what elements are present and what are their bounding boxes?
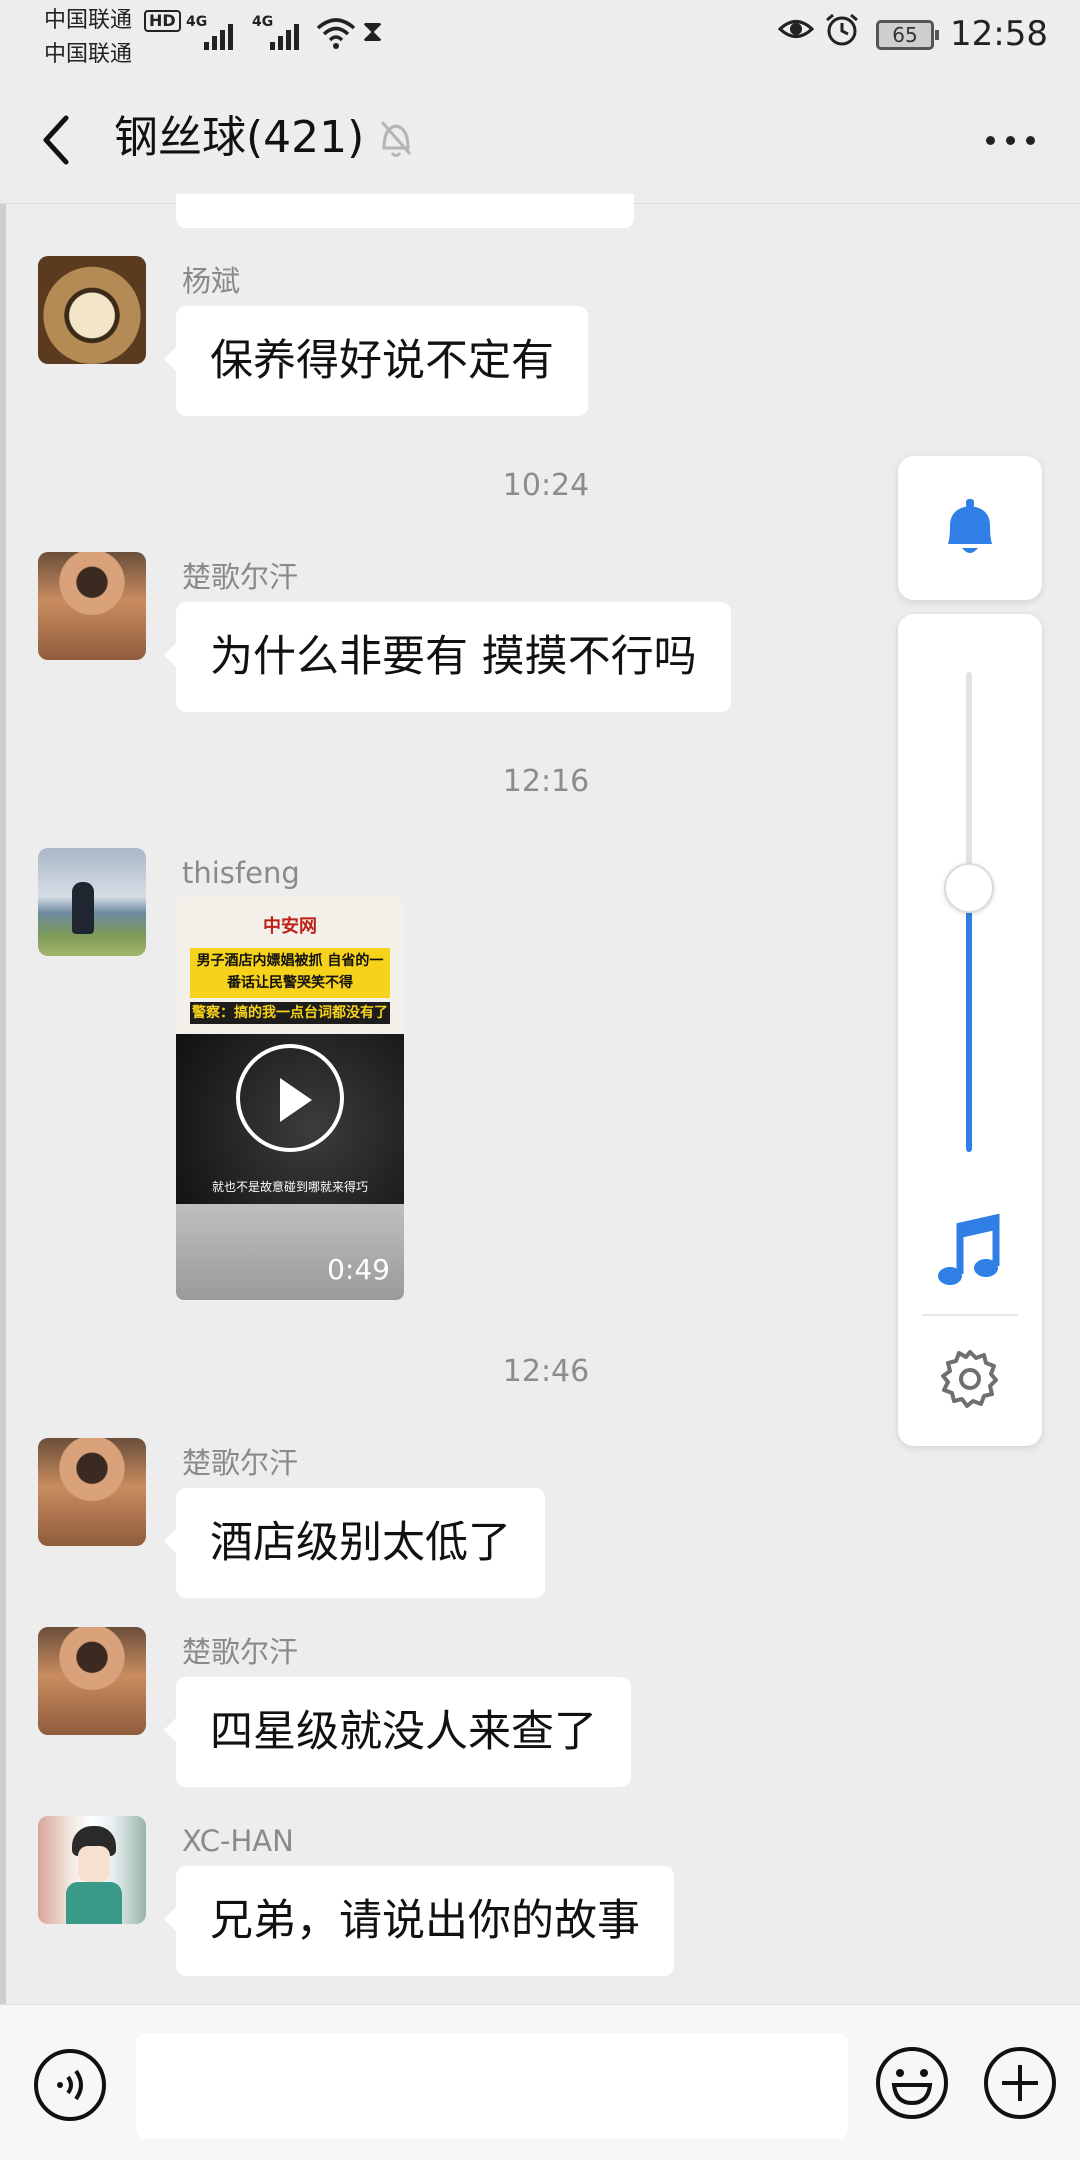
- video-caption: 就也不是故意碰到哪就来得巧: [211, 1180, 368, 1194]
- emoji-icon[interactable]: [874, 2045, 950, 2121]
- message-bubble[interactable]: 四星级就没人来查了: [164, 1677, 631, 1787]
- signal-icon-2: 4G: [252, 14, 302, 50]
- sender-name: XC-HAN: [182, 1824, 294, 1858]
- video-message[interactable]: 中安网 男子酒店内嫖娼被抓 自省的一番话让民警哭笑不得 警察：搞的我一点台词都没…: [176, 896, 404, 1300]
- video-headline: 男子酒店内嫖娼被抓 自省的一番话让民警哭笑不得: [190, 948, 390, 998]
- alarm-icon: [826, 13, 858, 46]
- bell-icon: [948, 499, 992, 553]
- settings-icon[interactable]: [938, 1346, 1002, 1410]
- eye-icon: [778, 20, 814, 38]
- message-bubble[interactable]: 保养得好说不定有: [164, 306, 588, 416]
- panel-divider: [922, 1314, 1018, 1316]
- message-bubble[interactable]: 酒店级别太低了: [164, 1488, 545, 1598]
- input-bar: [0, 2004, 1080, 2160]
- status-time: 12:58: [950, 14, 1048, 54]
- volume-slider-fill: [966, 888, 972, 1152]
- hourglass-icon: ⧗: [362, 14, 384, 49]
- mute-icon: [380, 121, 412, 157]
- avatar[interactable]: [38, 552, 146, 660]
- carrier-label-2: 中国联通: [44, 42, 133, 67]
- hd-badge: HD: [144, 10, 181, 32]
- message-input[interactable]: [136, 2033, 848, 2139]
- network-type-2: 4G: [252, 14, 274, 30]
- plus-icon[interactable]: [982, 2045, 1058, 2121]
- avatar[interactable]: [38, 256, 146, 364]
- volume-slider-knob[interactable]: [944, 863, 994, 913]
- message-bubble[interactable]: 为什么非要有 摸摸不行吗: [164, 602, 731, 712]
- back-icon[interactable]: [36, 110, 76, 170]
- avatar[interactable]: [38, 1816, 146, 1924]
- sender-name: 楚歌尔汗: [182, 1635, 299, 1669]
- sender-name: 楚歌尔汗: [182, 560, 299, 594]
- sender-name: thisfeng: [182, 856, 300, 890]
- sender-name: 杨斌: [182, 264, 241, 298]
- avatar[interactable]: [38, 1627, 146, 1735]
- signal-icon-1: 4G: [186, 14, 236, 50]
- carrier-label-1: 中国联通: [44, 8, 133, 33]
- volume-panel: [898, 614, 1042, 1446]
- chat-header: 钢丝球(421): [0, 72, 1080, 204]
- message-bubble[interactable]: 兄弟，请说出你的故事: [164, 1866, 674, 1976]
- video-source-logo: 中安网: [263, 916, 317, 937]
- avatar[interactable]: [38, 848, 146, 956]
- video-subhead: 警察：搞的我一点台词都没有了: [190, 1002, 390, 1024]
- chat-title: 钢丝球(421): [114, 112, 365, 163]
- voice-input-icon[interactable]: [32, 2047, 108, 2123]
- battery-indicator: 65: [876, 20, 939, 50]
- sender-name: 楚歌尔汗: [182, 1446, 299, 1480]
- previous-message-bubble: [176, 194, 634, 228]
- music-note-icon[interactable]: [934, 1212, 1004, 1292]
- status-bar: 中国联通 中国联通 HD 4G 4G ⧗ 65 12:58: [0, 0, 1080, 72]
- play-icon[interactable]: [236, 1044, 344, 1152]
- ringer-mode-button[interactable]: [898, 456, 1042, 600]
- avatar[interactable]: [38, 1438, 146, 1546]
- network-type-1: 4G: [186, 14, 208, 30]
- more-icon[interactable]: [980, 128, 1040, 152]
- wifi-icon: [316, 18, 356, 49]
- video-duration: 0:49: [327, 1253, 390, 1286]
